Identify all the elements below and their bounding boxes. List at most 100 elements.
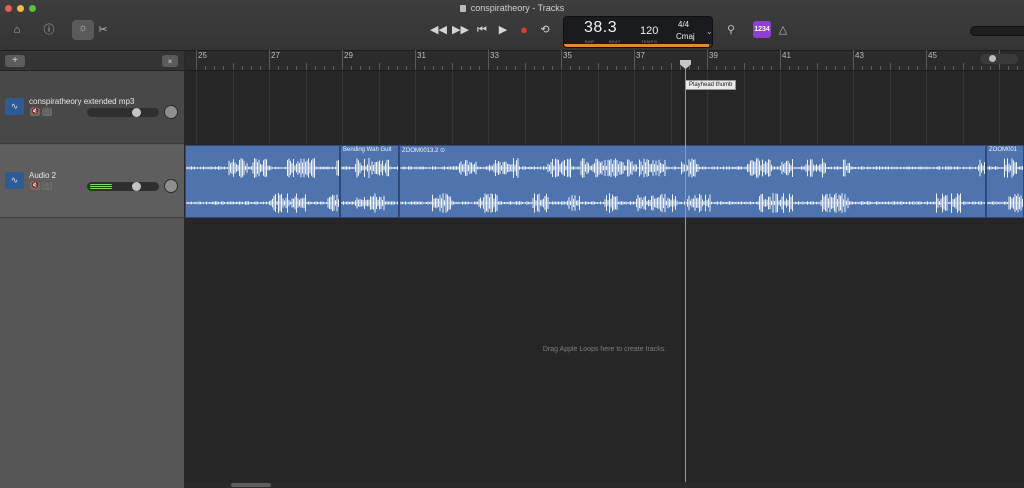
lcd-time-signature[interactable]: 4/4 xyxy=(678,20,689,29)
lcd-key[interactable]: Cmaj xyxy=(676,32,695,41)
track-header[interactable]: ∿ conspiratheory extended mp3 🔇 🎧 xyxy=(0,71,184,144)
ruler-tick xyxy=(843,66,845,70)
scrollbar-thumb[interactable] xyxy=(231,483,271,487)
count-in-button[interactable]: 1234 xyxy=(753,21,771,38)
drop-hint: Drag Apple Loops here to create tracks. xyxy=(542,346,667,353)
timeline-ruler[interactable]: 25 27 29 31 33 35 37 39 41 43 45 xyxy=(185,50,1024,71)
audio-region[interactable]: ZOOM001 xyxy=(986,145,1024,218)
ruler-tick xyxy=(424,66,426,70)
headphones-icon[interactable]: 🎧 xyxy=(42,108,52,116)
waveform xyxy=(400,158,985,213)
track-volume-slider[interactable] xyxy=(87,182,159,191)
ruler-tick xyxy=(241,66,243,70)
track-volume-knob[interactable] xyxy=(132,108,141,117)
grid-line xyxy=(853,71,854,144)
play-button[interactable]: ▶ xyxy=(495,21,511,39)
ruler-tick xyxy=(962,63,964,70)
grid-line xyxy=(926,71,927,144)
track-volume-knob[interactable] xyxy=(132,182,141,191)
ruler-tick xyxy=(825,66,827,70)
lcd-tempo[interactable]: 120 xyxy=(640,25,658,37)
ruler-tick xyxy=(405,66,407,70)
ruler-tick xyxy=(460,66,462,70)
region-name: ZOOM0013.2 ⊙ xyxy=(402,148,446,154)
ruler-bar-label: 37 xyxy=(636,51,645,60)
horizontal-scrollbar[interactable] xyxy=(185,482,1024,488)
ruler-tick xyxy=(780,50,781,70)
ruler-tick xyxy=(342,50,343,70)
smart-controls-button[interactable]: ☼ xyxy=(72,20,94,40)
tuner-icon[interactable]: ⚲ xyxy=(722,22,740,38)
grid-line xyxy=(488,71,489,144)
track-pan-knob[interactable] xyxy=(164,179,178,193)
ruler-tick xyxy=(688,66,690,70)
track-volume-slider[interactable] xyxy=(87,108,159,117)
headphones-icon[interactable]: 🎧 xyxy=(42,182,52,190)
ruler-tick xyxy=(953,66,955,70)
ruler-bar-label: 29 xyxy=(344,51,353,60)
ruler-tick xyxy=(323,66,325,70)
ruler-bar-label: 45 xyxy=(928,51,937,60)
ruler-tick xyxy=(542,66,544,70)
tracks-area[interactable]: Bending Wah Guit ZOOM0013.2 ⊙ ZOOM001 Dr… xyxy=(185,71,1024,488)
lcd-display[interactable]: 38.3 BAR BEAT 120 TEMPO 4/4 Cmaj ⌄ xyxy=(563,16,713,48)
ruler-tick xyxy=(314,66,316,70)
track-header[interactable]: ∿ Audio 2 🔇 🎧 xyxy=(0,145,184,218)
ruler-tick xyxy=(497,66,499,70)
ruler-tick xyxy=(351,66,353,70)
chevron-down-icon[interactable]: ⌄ xyxy=(706,27,713,36)
metronome-icon[interactable]: △ xyxy=(774,22,792,38)
ruler-tick xyxy=(488,50,489,70)
ruler-tick xyxy=(515,66,517,70)
ruler-tick xyxy=(789,66,791,70)
waveform xyxy=(341,158,398,213)
grid-line xyxy=(232,71,234,144)
ruler-tick xyxy=(533,66,535,70)
ruler-tick xyxy=(387,66,389,70)
audio-region[interactable] xyxy=(185,145,340,218)
ruler-bar-label: 31 xyxy=(417,51,426,60)
ruler-tick xyxy=(880,66,882,70)
catch-playhead-button[interactable]: ⌅ xyxy=(162,55,178,67)
mute-icon[interactable]: 🔇 xyxy=(30,182,40,190)
record-button[interactable]: ● xyxy=(516,21,532,39)
ruler-tick xyxy=(871,66,873,70)
fast-forward-button[interactable]: ▶▶ xyxy=(452,21,469,39)
library-icon[interactable]: ⌂ xyxy=(8,22,26,38)
zoom-slider[interactable] xyxy=(980,54,1018,64)
cycle-button[interactable]: ⟲ xyxy=(537,21,553,39)
go-to-beginning-button[interactable]: ⏮ xyxy=(474,21,490,39)
track-pan-knob[interactable] xyxy=(164,105,178,119)
ruler-tick xyxy=(478,66,480,70)
toolbar: conspiratheory - Tracks ⌂ ⓘ ☼ ✂ ◀◀ ▶▶ ⏮ … xyxy=(0,0,1024,51)
zoom-slider-knob[interactable] xyxy=(989,55,996,62)
ruler-tick xyxy=(1017,66,1019,70)
rewind-button[interactable]: ◀◀ xyxy=(430,21,447,39)
ruler-tick xyxy=(643,66,645,70)
mute-icon[interactable]: 🔇 xyxy=(30,108,40,116)
ruler-tick xyxy=(378,63,380,70)
ruler-tick xyxy=(907,66,909,70)
ruler-tick xyxy=(433,66,435,70)
scissors-icon[interactable]: ✂ xyxy=(94,22,112,38)
audio-region[interactable]: ZOOM0013.2 ⊙ xyxy=(399,145,986,218)
ruler-tick xyxy=(332,66,334,70)
lcd-progress-bar xyxy=(564,44,712,47)
grid-line xyxy=(378,71,380,144)
master-volume-slider[interactable] xyxy=(970,26,1024,36)
audio-region[interactable]: Bending Wah Guit xyxy=(340,145,399,218)
ruler-tick xyxy=(296,66,298,70)
ruler-bar-label: 35 xyxy=(563,51,572,60)
grid-line xyxy=(196,71,197,144)
track-name[interactable]: conspiratheory extended mp3 xyxy=(29,97,134,106)
grid-line xyxy=(305,71,307,144)
ruler-tick xyxy=(551,66,553,70)
ruler-tick xyxy=(761,66,763,70)
track-name[interactable]: Audio 2 xyxy=(29,171,56,180)
ruler-tick xyxy=(305,63,307,70)
help-icon[interactable]: ⓘ xyxy=(40,22,58,38)
ruler-tick xyxy=(661,66,663,70)
region-name: Bending Wah Guit xyxy=(343,147,392,153)
region-name: ZOOM001 xyxy=(989,147,1018,153)
add-track-button[interactable]: + xyxy=(5,55,25,67)
